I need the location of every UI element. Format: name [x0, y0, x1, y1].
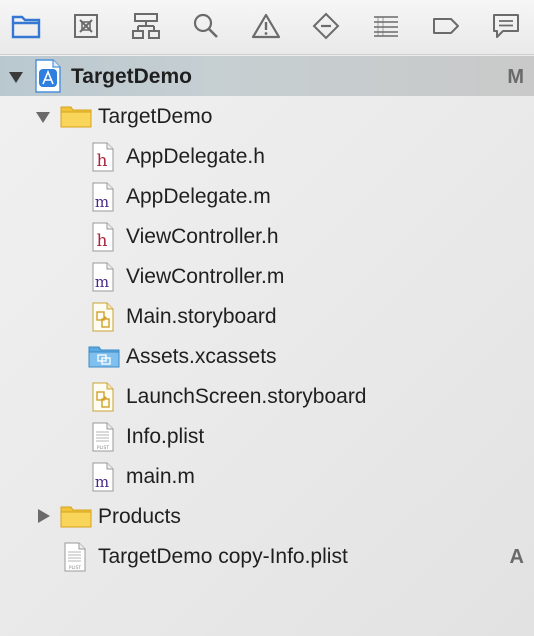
objc-source-file-icon: m	[92, 182, 114, 212]
xcode-project-icon	[35, 59, 61, 93]
objc-source-file-icon: m	[92, 462, 114, 492]
file-label: Main.storyboard	[126, 305, 277, 328]
test-navigator-button[interactable]	[308, 9, 344, 43]
file-row-main-storyboard[interactable]: Main.storyboard	[0, 296, 534, 336]
project-label: TargetDemo	[71, 65, 192, 88]
yellow-folder-icon	[60, 106, 92, 128]
group-label: TargetDemo	[98, 105, 213, 128]
file-label: Assets.xcassets	[126, 345, 277, 368]
yellow-folder-icon	[60, 506, 92, 528]
group-row-products[interactable]: Products	[0, 496, 534, 536]
modified-status-badge: M	[507, 66, 524, 88]
file-label: main.m	[126, 465, 195, 488]
svg-text:m: m	[95, 273, 109, 291]
svg-text:PLIST: PLIST	[69, 565, 81, 571]
report-bubble-icon	[493, 14, 519, 38]
asset-catalog-folder-icon	[88, 346, 120, 368]
header-file-icon: h	[92, 222, 114, 252]
file-row-viewcontroller-h[interactable]: h ViewController.h	[0, 216, 534, 256]
file-label: ViewController.h	[126, 225, 279, 248]
disclosure-expanded-icon[interactable]	[35, 109, 51, 125]
svg-text:PLIST: PLIST	[97, 445, 109, 451]
header-file-icon: h	[92, 142, 114, 172]
breakpoint-tag-icon	[433, 18, 459, 34]
group-row-targetdemo[interactable]: TargetDemo	[0, 96, 534, 136]
symbol-hierarchy-icon	[132, 13, 160, 39]
file-label: TargetDemo copy-Info.plist	[98, 545, 348, 568]
plist-file-icon: PLIST	[64, 542, 86, 572]
test-diamond-icon	[312, 12, 340, 40]
svg-text:m: m	[95, 473, 109, 491]
issue-navigator-button[interactable]	[248, 9, 284, 43]
svg-text:h: h	[97, 231, 108, 251]
navigator-toolbar	[0, 0, 534, 55]
search-icon	[193, 13, 218, 38]
added-status-badge: A	[509, 546, 524, 568]
debug-list-icon	[374, 16, 398, 37]
file-row-targetdemo-copy-info-plist[interactable]: PLIST TargetDemo copy-Info.plist A	[0, 536, 534, 576]
file-label: ViewController.m	[126, 265, 285, 288]
file-row-assets-xcassets[interactable]: Assets.xcassets	[0, 336, 534, 376]
file-label: AppDelegate.m	[126, 185, 271, 208]
source-control-icon	[74, 14, 98, 38]
folder-icon	[11, 15, 41, 39]
file-row-launchscreen-storyboard[interactable]: LaunchScreen.storyboard	[0, 376, 534, 416]
file-label: Info.plist	[126, 425, 205, 448]
group-label: Products	[98, 505, 181, 528]
storyboard-file-icon	[92, 382, 114, 412]
svg-text:m: m	[95, 193, 109, 211]
file-row-appdelegate-h[interactable]: h AppDelegate.h	[0, 136, 534, 176]
file-row-main-m[interactable]: m main.m	[0, 456, 534, 496]
file-label: AppDelegate.h	[126, 145, 265, 168]
file-label: LaunchScreen.storyboard	[126, 385, 367, 408]
file-row-info-plist[interactable]: PLIST Info.plist	[0, 416, 534, 456]
source-control-navigator-button[interactable]	[68, 9, 104, 43]
breakpoint-navigator-button[interactable]	[428, 9, 464, 43]
storyboard-file-icon	[92, 302, 114, 332]
disclosure-expanded-icon[interactable]	[8, 69, 24, 85]
file-row-appdelegate-m[interactable]: m AppDelegate.m	[0, 176, 534, 216]
file-row-viewcontroller-m[interactable]: m ViewController.m	[0, 256, 534, 296]
plist-file-icon: PLIST	[92, 422, 114, 452]
warning-icon	[251, 13, 281, 39]
debug-navigator-button[interactable]	[368, 9, 404, 43]
find-navigator-button[interactable]	[188, 9, 224, 43]
report-navigator-button[interactable]	[488, 9, 524, 43]
symbol-navigator-button[interactable]	[128, 9, 164, 43]
objc-source-file-icon: m	[92, 262, 114, 292]
project-navigator-button[interactable]	[8, 9, 44, 43]
disclosure-collapsed-icon[interactable]	[36, 508, 52, 524]
project-row-targetdemo[interactable]: TargetDemo M	[0, 56, 534, 96]
svg-text:h: h	[97, 151, 108, 171]
